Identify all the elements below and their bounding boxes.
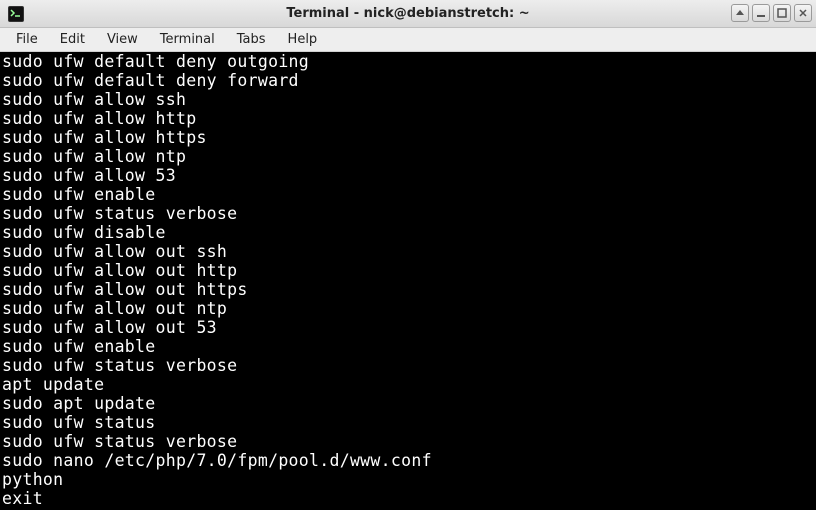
menubar: File Edit View Terminal Tabs Help	[0, 28, 816, 52]
menu-file[interactable]: File	[6, 30, 48, 49]
terminal-window: Terminal - nick@debianstretch: ~ File Ed…	[0, 0, 816, 510]
menu-help[interactable]: Help	[278, 30, 328, 49]
window-maximize-button[interactable]	[773, 4, 791, 22]
window-close-button[interactable]	[794, 4, 812, 22]
menu-edit[interactable]: Edit	[50, 30, 95, 49]
window-title: Terminal - nick@debianstretch: ~	[0, 6, 816, 21]
terminal-app-icon	[8, 6, 24, 22]
titlebar: Terminal - nick@debianstretch: ~	[0, 0, 816, 28]
window-up-button[interactable]	[731, 4, 749, 22]
window-minimize-button[interactable]	[752, 4, 770, 22]
menu-view[interactable]: View	[97, 30, 148, 49]
menu-tabs[interactable]: Tabs	[227, 30, 276, 49]
terminal-output[interactable]: sudo ufw default deny outgoing sudo ufw …	[0, 52, 816, 510]
window-controls	[731, 4, 812, 22]
menu-terminal[interactable]: Terminal	[150, 30, 225, 49]
